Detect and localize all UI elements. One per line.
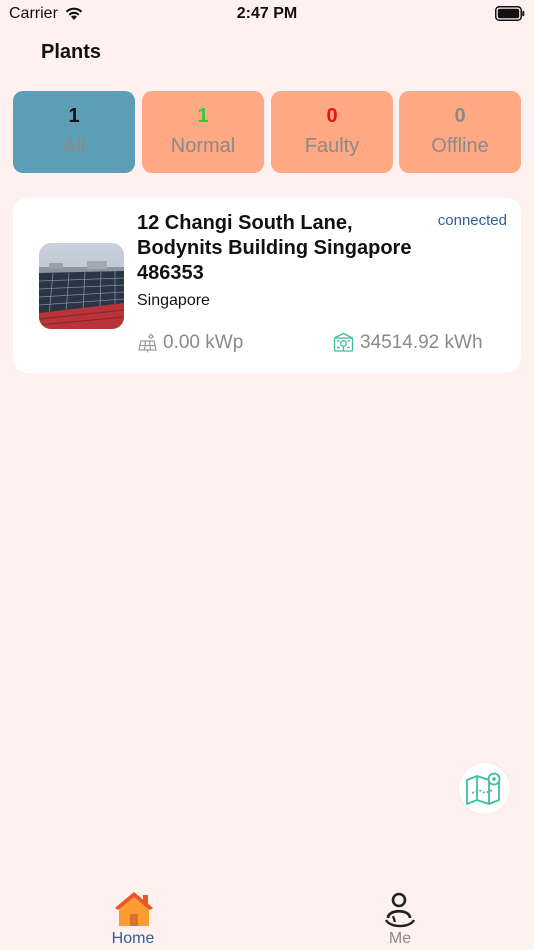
filter-count: 0: [326, 105, 338, 127]
connection-status: connected: [437, 212, 507, 229]
filter-label: Offline: [431, 135, 489, 157]
filter-tab-normal[interactable]: 1 Normal: [142, 91, 264, 173]
solar-panel-icon: [138, 333, 157, 353]
filter-tab-all[interactable]: 1 All: [13, 91, 135, 173]
energy-value: 34514.92 kWh: [360, 332, 483, 353]
user-icon: [384, 892, 416, 928]
bottom-tab-bar: Home Me: [0, 880, 534, 950]
plant-card[interactable]: 12 Changi South Lane, Bodynits Building …: [13, 198, 521, 373]
plant-location: Singapore: [137, 292, 210, 309]
power-station-icon: [333, 332, 354, 352]
filter-tab-faulty[interactable]: 0 Faulty: [271, 91, 393, 173]
home-icon: [115, 892, 153, 926]
map-icon: [466, 772, 501, 805]
tab-home[interactable]: Home: [73, 880, 193, 950]
status-filter-bar: 1 All 1 Normal 0 Faulty 0 Offline: [13, 91, 521, 173]
tab-me[interactable]: Me: [340, 880, 460, 950]
filter-tab-offline[interactable]: 0 Offline: [399, 91, 521, 173]
page-title: Plants: [41, 41, 102, 63]
status-time: 2:47 PM: [236, 5, 298, 22]
plant-name: 12 Changi South Lane, Bodynits Building …: [137, 212, 412, 284]
tab-label: Me: [388, 930, 412, 947]
map-view-button[interactable]: [459, 763, 510, 814]
filter-count: 1: [68, 105, 80, 127]
filter-count: 1: [197, 105, 209, 127]
status-bar: Carrier 2:47 PM: [0, 0, 534, 30]
filter-label: All: [62, 135, 86, 157]
battery-icon: [495, 6, 525, 21]
capacity-value: 0.00 kWp: [163, 332, 244, 353]
plant-thumbnail: [39, 243, 124, 329]
tab-label: Home: [111, 930, 155, 947]
filter-label: Faulty: [304, 135, 360, 157]
filter-label: Normal: [170, 135, 236, 157]
filter-count: 0: [454, 105, 466, 127]
